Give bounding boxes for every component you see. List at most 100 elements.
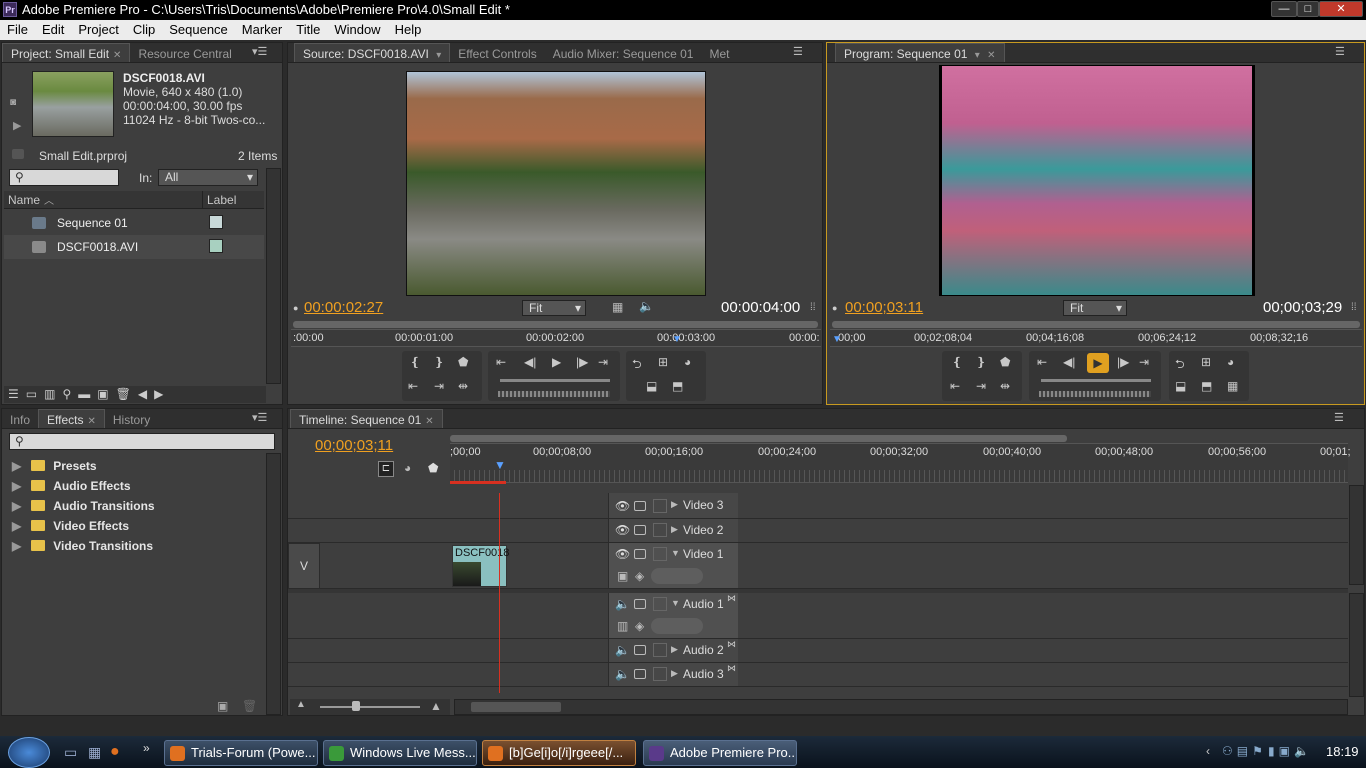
playhead-icon[interactable]: ▼ bbox=[672, 334, 682, 345]
new-bin-icon[interactable]: ▣ bbox=[217, 699, 228, 713]
play-preview-icon[interactable]: ▶ bbox=[13, 119, 21, 132]
resize-icon[interactable]: ⁞⁞ bbox=[1351, 302, 1357, 313]
tree-folder-video-effects[interactable]: ▶ Video Effects bbox=[12, 519, 129, 533]
effects-search-input[interactable]: ⚲ bbox=[9, 433, 275, 450]
jog-wheel[interactable] bbox=[498, 391, 610, 397]
go-to-out-icon[interactable]: ⇥ bbox=[434, 379, 444, 393]
panel-menu-icon[interactable]: ☰ bbox=[1334, 411, 1344, 424]
label-swatch[interactable] bbox=[209, 239, 223, 253]
tab-source[interactable]: Source: DSCF0018.AVI ▾ bbox=[294, 43, 451, 62]
source-zoom-bar[interactable] bbox=[293, 321, 818, 328]
show-desktop-icon[interactable]: ▭ bbox=[64, 744, 77, 761]
tab-effects[interactable]: Effects ✕ bbox=[38, 409, 105, 428]
source-time-ruler[interactable]: :00:00 00:00:01:00 00:00:02:00 00:00:03:… bbox=[291, 329, 821, 347]
firefox-icon[interactable]: ● bbox=[110, 743, 120, 761]
menu-sequence[interactable]: Sequence bbox=[162, 20, 235, 40]
shuttle-slider[interactable] bbox=[1041, 379, 1151, 382]
set-out-icon[interactable]: ❵ bbox=[434, 355, 444, 369]
sync-lock-icon[interactable] bbox=[634, 645, 646, 655]
tab-metadata[interactable]: Met bbox=[701, 44, 737, 62]
tab-info[interactable]: Info bbox=[2, 410, 38, 428]
tray-system-icons[interactable]: ▮▣🔈 bbox=[1268, 744, 1313, 758]
trim-icon[interactable]: ▦ bbox=[1227, 379, 1238, 393]
work-area-bar[interactable] bbox=[450, 481, 506, 484]
col-label[interactable]: Label bbox=[207, 193, 236, 207]
expand-arrow-icon[interactable]: ▶ bbox=[12, 479, 21, 493]
sync-lock-icon[interactable] bbox=[634, 599, 646, 609]
loop-icon[interactable]: ⮌ bbox=[632, 355, 642, 376]
lock-toggle[interactable] bbox=[653, 547, 667, 561]
project-search-input[interactable]: ⚲ bbox=[9, 169, 119, 186]
tree-folder-audio-transitions[interactable]: ▶ Audio Transitions bbox=[12, 499, 155, 513]
start-button[interactable] bbox=[8, 737, 50, 768]
maximize-button[interactable]: □ bbox=[1297, 1, 1319, 17]
play-in-out-icon[interactable]: ⇹ bbox=[458, 379, 468, 393]
step-back-icon[interactable]: ◀| bbox=[1063, 355, 1075, 369]
clock[interactable]: 18:19 bbox=[1326, 744, 1359, 759]
tab-timeline[interactable]: Timeline: Sequence 01 ✕ bbox=[290, 409, 443, 428]
go-to-out-icon[interactable]: ⇥ bbox=[976, 379, 986, 393]
source-timecode[interactable]: 00:00:02:27 bbox=[304, 299, 383, 316]
expand-arrow-icon[interactable]: ▶ bbox=[12, 499, 21, 513]
scroll-right-icon[interactable]: ▶ bbox=[154, 387, 170, 401]
timeline-h-scrollbar[interactable] bbox=[454, 699, 1348, 715]
list-view-icon[interactable]: ☰ bbox=[8, 387, 26, 401]
tab-project[interactable]: Project: Small Edit ✕ bbox=[2, 43, 131, 62]
keyframe-icon[interactable]: ◈ bbox=[635, 569, 644, 583]
step-forward-icon[interactable]: |▶ bbox=[576, 355, 588, 369]
col-name[interactable]: Name bbox=[8, 193, 40, 207]
menu-window[interactable]: Window bbox=[327, 20, 387, 40]
poster-frame-icon[interactable]: ◙ bbox=[10, 97, 16, 108]
sync-lock-icon[interactable] bbox=[634, 669, 646, 679]
expand-arrow-icon[interactable]: ▶ bbox=[12, 519, 21, 533]
tray-expand-icon[interactable]: ‹ bbox=[1206, 744, 1210, 758]
speaker-icon[interactable]: 🔈 bbox=[615, 667, 630, 681]
expand-arrow-icon[interactable]: ▶ bbox=[671, 668, 678, 679]
waveform-icon[interactable]: ▥ bbox=[617, 619, 628, 633]
go-to-in-icon[interactable]: ⇤ bbox=[950, 379, 960, 393]
lock-toggle[interactable] bbox=[653, 597, 667, 611]
set-in-icon[interactable]: ❴ bbox=[952, 355, 962, 369]
shuttle-slider[interactable] bbox=[500, 379, 610, 382]
extract-icon[interactable]: ⬒ bbox=[1201, 379, 1212, 393]
expand-arrow-icon[interactable]: ▶ bbox=[12, 459, 21, 473]
output-icon[interactable]: ◕ bbox=[684, 355, 691, 369]
effects-scrollbar[interactable] bbox=[266, 453, 281, 715]
step-forward-icon[interactable]: |▶ bbox=[1117, 355, 1129, 369]
program-fit-select[interactable]: Fit ▾ bbox=[1063, 300, 1127, 316]
new-item-icon[interactable]: ▣ bbox=[97, 387, 115, 401]
resize-icon[interactable]: ⁞⁞ bbox=[810, 302, 816, 313]
sync-lock-icon[interactable] bbox=[634, 549, 646, 559]
explorer-icon[interactable]: ▦ bbox=[88, 744, 101, 761]
list-item[interactable]: Sequence 01 bbox=[4, 211, 264, 235]
output-icon[interactable]: ◕ bbox=[1227, 355, 1234, 369]
set-out-icon[interactable]: ❵ bbox=[976, 355, 986, 369]
speaker-icon[interactable]: 🔈 bbox=[615, 643, 630, 657]
menu-title[interactable]: Title bbox=[289, 20, 327, 40]
audio-scrollbar[interactable] bbox=[1349, 593, 1364, 697]
source-fit-select[interactable]: Fit ▾ bbox=[522, 300, 586, 316]
eye-icon[interactable]: 👁 bbox=[615, 523, 630, 537]
tab-program[interactable]: Program: Sequence 01 ▾ ✕ bbox=[835, 43, 1005, 62]
taskbar-item-messenger[interactable]: Windows Live Mess... bbox=[323, 740, 477, 766]
playhead-icon[interactable]: ▼ bbox=[832, 334, 842, 345]
tree-folder-audio-effects[interactable]: ▶ Audio Effects bbox=[12, 479, 131, 493]
previous-edit-icon[interactable]: ⇤ bbox=[1037, 355, 1047, 369]
lock-toggle[interactable] bbox=[653, 499, 667, 513]
lock-toggle[interactable] bbox=[653, 643, 667, 657]
menu-clip[interactable]: Clip bbox=[126, 20, 162, 40]
zoom-out-icon[interactable]: ▲ bbox=[296, 699, 306, 710]
expand-arrow-icon[interactable]: ▶ bbox=[671, 499, 678, 510]
eye-icon[interactable]: 👁 bbox=[615, 547, 630, 561]
step-back-icon[interactable]: ◀| bbox=[524, 355, 536, 369]
program-zoom-bar[interactable] bbox=[832, 321, 1360, 328]
zoom-slider-thumb[interactable] bbox=[352, 701, 360, 711]
scroll-thumb[interactable] bbox=[471, 702, 561, 712]
insert-icon[interactable]: ⬓ bbox=[646, 379, 657, 393]
zoom-in-icon[interactable]: ▲ bbox=[430, 699, 442, 713]
tab-audio-mixer[interactable]: Audio Mixer: Sequence 01 bbox=[545, 44, 702, 62]
automate-icon[interactable]: ▥ bbox=[44, 387, 62, 401]
new-bin-icon[interactable]: ▬ bbox=[78, 387, 97, 401]
video-scrollbar[interactable] bbox=[1349, 485, 1364, 585]
play-in-out-icon[interactable]: ⇹ bbox=[1000, 379, 1010, 393]
